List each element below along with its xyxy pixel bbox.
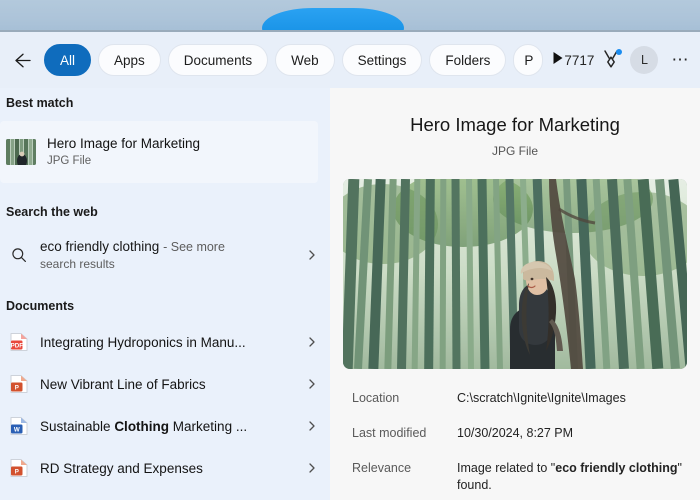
documents-list: PDF Integrating Hydroponics in Manu... P Ne… <box>0 321 330 489</box>
document-row-label: Sustainable Clothing Marketing ... <box>40 418 248 434</box>
web-result-query-line: eco friendly clothing - See more <box>40 238 304 256</box>
metadata-key: Location <box>352 391 400 405</box>
web-result-text: eco friendly clothing - See more search … <box>40 238 304 272</box>
filter-pill-folders[interactable]: Folders <box>429 44 507 76</box>
desktop-background <box>0 0 700 48</box>
metadata-value: 10/30/2024, 8:27 PM <box>457 426 574 440</box>
chevron-right-icon[interactable] <box>304 336 320 348</box>
chevron-right-icon <box>304 249 320 261</box>
svg-text:P: P <box>15 384 19 391</box>
best-match-result[interactable]: Hero Image for Marketing JPG File <box>0 121 318 183</box>
filter-pill-apps[interactable]: Apps <box>98 44 161 76</box>
filter-pill-label: Documents <box>183 52 253 68</box>
document-row-label: New Vibrant Line of Fabrics <box>40 376 206 392</box>
search-icon <box>6 247 32 263</box>
play-arrow-icon <box>552 51 564 70</box>
metadata-key: Relevance <box>352 461 412 475</box>
filter-pill-label: Web <box>291 52 319 68</box>
filter-pill-p[interactable]: P <box>513 44 544 76</box>
filter-pill-settings[interactable]: Settings <box>341 44 423 76</box>
window-body: All Apps Documents Web Settings Folders P 7717 <box>0 32 700 500</box>
preview-image <box>343 179 687 369</box>
best-match-text: Hero Image for Marketing JPG File <box>47 135 200 169</box>
best-match-title: Hero Image for Marketing <box>47 136 201 151</box>
rewards-count: 7717 <box>564 52 595 68</box>
back-button[interactable] <box>6 44 38 76</box>
best-match-heading: Best match <box>6 96 74 110</box>
chevron-right-icon[interactable] <box>304 378 320 390</box>
image-thumbnail <box>6 139 36 165</box>
avatar[interactable]: L <box>630 46 659 74</box>
filter-pill-label: Apps <box>114 52 145 68</box>
metadata-value: Image related to "eco friendly clothing"… <box>457 461 682 492</box>
chevron-right-icon[interactable] <box>304 462 320 474</box>
web-result-see-more: - See more <box>163 240 225 254</box>
medal-icon <box>601 49 623 71</box>
results-pane: Best match Hero Image for Marketing JPG … <box>0 88 330 500</box>
svg-text:P: P <box>15 468 19 475</box>
content-area: Best match Hero Image for Marketing JPG … <box>0 88 700 500</box>
preview-subtitle: JPG File <box>491 144 538 158</box>
svg-text:W: W <box>14 426 20 433</box>
metadata-row: Location C:\scratch\Ignite\Ignite\Images <box>352 390 700 407</box>
metadata-row: Relevance Image related to "eco friendly … <box>352 460 700 494</box>
rewards-notification-dot <box>616 49 623 55</box>
preview-pane: Hero Image for Marketing JPG File Locati… <box>330 88 700 500</box>
powerpoint-file-icon: P <box>6 458 32 478</box>
best-match-subtitle: JPG File <box>47 155 92 167</box>
rewards-button[interactable]: 7717 <box>564 49 623 71</box>
avatar-initial: L <box>640 53 648 67</box>
back-arrow-icon <box>13 51 32 70</box>
document-row-label: RD Strategy and Expenses <box>40 460 203 476</box>
powerpoint-file-icon: P <box>6 374 32 394</box>
metadata-list: Location C:\scratch\Ignite\Ignite\Images L… <box>352 390 700 494</box>
metadata-row: Last modified 10/30/2024, 8:27 PM <box>352 425 700 442</box>
metadata-key: Last modified <box>352 426 427 440</box>
toolbar-right-group: 7717 L ⋯ <box>564 46 700 74</box>
documents-heading: Documents <box>6 299 75 313</box>
document-row[interactable]: W Sustainable Clothing Marketing ... <box>0 405 330 447</box>
document-row[interactable]: P RD Strategy and Expenses <box>0 447 330 489</box>
chevron-right-icon[interactable] <box>304 420 320 432</box>
document-row[interactable]: PDF Integrating Hydroponics in Manu... <box>0 321 330 363</box>
document-row-label: Integrating Hydroponics in Manu... <box>40 334 246 350</box>
document-row[interactable]: P New Vibrant Line of Fabrics <box>0 363 330 405</box>
filter-pill-label: P <box>524 52 534 68</box>
ellipsis-icon: ⋯ <box>671 50 690 69</box>
filter-pill-label: Folders <box>445 52 491 68</box>
overflow-play-button[interactable] <box>552 50 564 70</box>
filter-pill-all[interactable]: All <box>44 44 92 76</box>
filter-pill-label: Settings <box>357 52 407 68</box>
top-toolbar: All Apps Documents Web Settings Folders P 7717 <box>0 32 700 88</box>
svg-text:PDF: PDF <box>11 342 24 349</box>
pdf-file-icon: PDF <box>6 332 32 352</box>
web-result-query: eco friendly clothing <box>40 239 160 254</box>
search-window: All Apps Documents Web Settings Folders P 7717 <box>0 0 700 500</box>
filter-pill-group: All Apps Documents Web Settings Folders P <box>44 44 544 76</box>
web-result-subline: search results <box>40 257 115 271</box>
web-search-result[interactable]: eco friendly clothing - See more search … <box>0 227 330 283</box>
word-file-icon: W <box>6 416 32 436</box>
filter-pill-documents[interactable]: Documents <box>167 44 269 76</box>
more-options-button[interactable]: ⋯ <box>667 47 693 73</box>
filter-pill-web[interactable]: Web <box>275 44 335 76</box>
preview-title: Hero Image for Marketing <box>410 114 620 135</box>
filter-pill-label: All <box>60 52 76 68</box>
search-web-heading: Search the web <box>6 205 98 219</box>
metadata-value: C:\scratch\Ignite\Ignite\Images <box>457 391 626 405</box>
